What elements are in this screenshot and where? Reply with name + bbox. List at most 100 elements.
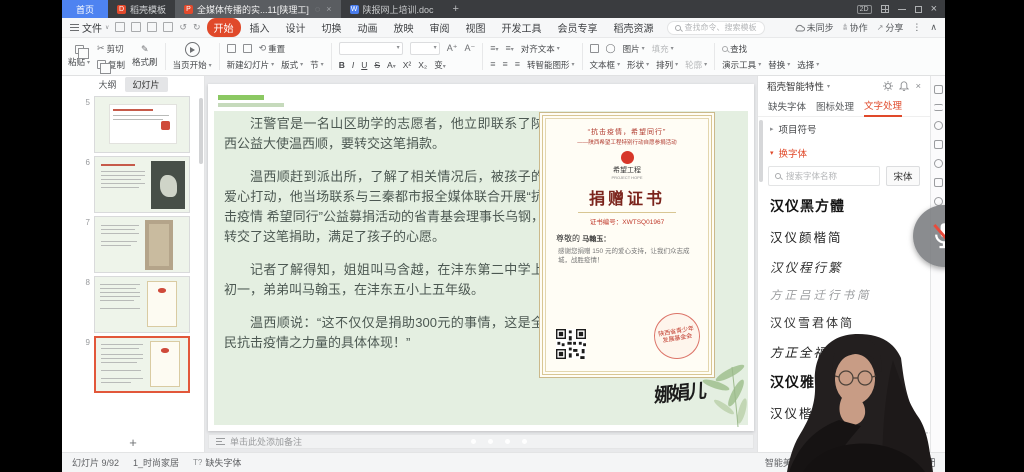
outline-button[interactable]: 轮廓▾	[685, 59, 707, 71]
minimize-button[interactable]	[898, 9, 906, 10]
replace-button[interactable]: 替换▾	[768, 59, 790, 71]
find-button[interactable]: 查找	[722, 43, 747, 55]
change-font-section-row[interactable]: ▾换字体	[758, 141, 930, 165]
panel-scrollbar[interactable]	[759, 120, 763, 182]
menu-item[interactable]: 会员专享	[551, 18, 605, 37]
panel-tab[interactable]: 缺失字体	[768, 96, 806, 116]
restore-button[interactable]	[915, 6, 922, 13]
close-button[interactable]: ×	[931, 4, 937, 15]
format-painter-button[interactable]: ✎ 格式刷	[132, 45, 158, 68]
feedback-icon[interactable]	[934, 178, 943, 187]
menu-item[interactable]: 开始	[207, 18, 241, 37]
export-icon[interactable]	[131, 22, 141, 32]
shapes-button[interactable]: 形状▾	[627, 59, 649, 71]
font-size-select[interactable]	[410, 42, 440, 55]
undo-icon[interactable]: ↺	[179, 22, 187, 33]
align-center-icon[interactable]: ≡	[502, 60, 507, 69]
bold-button[interactable]: B	[339, 60, 345, 70]
decrease-font-icon[interactable]: A⁻	[464, 44, 475, 53]
number-list-icon[interactable]: ≡▾	[506, 44, 514, 53]
workspace-grid-icon[interactable]	[881, 5, 889, 13]
menu-item[interactable]: 审阅	[423, 18, 457, 37]
font-color-button[interactable]: A▾	[387, 60, 396, 70]
copy-style-icon[interactable]	[934, 140, 943, 149]
slide-thumbnail[interactable]	[94, 216, 190, 273]
panel-close-icon[interactable]: ×	[915, 81, 921, 92]
new-tab-button[interactable]: +	[443, 0, 469, 18]
tab-close-icon[interactable]: ×	[326, 4, 331, 14]
history-icon[interactable]	[934, 159, 943, 168]
italic-button[interactable]: I	[352, 60, 354, 70]
panel-title-caret[interactable]: ▾	[827, 83, 830, 90]
share-button[interactable]: ↗分享	[877, 21, 904, 34]
new-slide-button[interactable]: 新建幻灯片▾	[227, 59, 275, 71]
insert-picture-button[interactable]: 图片▾	[623, 43, 645, 55]
adjust-sliders-icon[interactable]	[934, 104, 943, 111]
menu-item[interactable]: 开发工具	[495, 18, 549, 37]
convert-smart-graphic-button[interactable]: 转智能图形▾	[527, 59, 575, 71]
command-search-box[interactable]: 查找命令、搜索模板	[667, 21, 765, 35]
slide-thumbnail[interactable]	[94, 276, 190, 333]
slide-canvas[interactable]: 汪警官是一名山区助学的志愿者，他立即联系了陕西公益大使温西顺，要转交这笔捐款。温…	[208, 84, 754, 431]
fill-button[interactable]: 填充▾	[652, 43, 674, 55]
menu-item[interactable]: 视图	[459, 18, 493, 37]
font-list-item[interactable]: 汉仪黑方體	[770, 196, 918, 216]
file-menu[interactable]: 文件 ∨	[70, 20, 109, 35]
align-right-icon[interactable]: ≡	[515, 60, 520, 69]
textbox-button[interactable]: 文本框▾	[590, 59, 621, 71]
tab-outline[interactable]: 大纲	[98, 78, 116, 91]
slide-text-block[interactable]: 汪警官是一名山区助学的志愿者，他立即联系了陕西公益大使温西顺，要转交这笔捐款。温…	[224, 114, 544, 366]
save-icon[interactable]	[115, 22, 125, 32]
slide-thumbnail[interactable]	[94, 96, 190, 153]
arrange-button[interactable]: 排列▾	[656, 59, 678, 71]
increase-font-icon[interactable]: A⁺	[447, 44, 458, 53]
donation-certificate-image[interactable]: “抗击疫情，希望同行” ——陕西希望工程特别行动自愿参捐活动 希望工程 PROJ…	[539, 112, 715, 378]
beautify-tool-icon[interactable]	[934, 85, 943, 94]
add-slide-button[interactable]: +	[62, 435, 204, 450]
font-family-select[interactable]	[339, 42, 403, 55]
font-list-item[interactable]: 汉仪雪君体简	[770, 314, 918, 331]
gear-icon[interactable]	[883, 81, 893, 91]
collaborate-button[interactable]: 𖠋协作	[843, 21, 868, 34]
menu-item[interactable]: 动画	[351, 18, 385, 37]
align-text-button[interactable]: 对齐文本▾	[521, 43, 560, 55]
font-list-item[interactable]: 汉仪程行繁	[770, 257, 918, 276]
2d-mode-icon[interactable]: 2D	[857, 5, 872, 14]
slide-layout-button[interactable]: 版式▾	[281, 59, 303, 71]
template-name[interactable]: 1_时尚家居	[133, 456, 179, 469]
redo-icon[interactable]: ↻	[193, 22, 201, 33]
collapse-ribbon-icon[interactable]: ∧	[930, 22, 937, 33]
preview-icon[interactable]	[163, 22, 173, 32]
cut-button[interactable]: ✂剪切	[97, 43, 125, 55]
font-list-item[interactable]: 方正吕迁行书简	[770, 287, 918, 303]
menu-item[interactable]: 插入	[243, 18, 277, 37]
align-left-icon[interactable]: ≡	[490, 60, 495, 69]
tab-slides[interactable]: 幻灯片	[125, 77, 168, 92]
bell-icon[interactable]	[899, 81, 909, 91]
section-button[interactable]: 节▾	[310, 59, 324, 71]
docer-template-tab[interactable]: D 稻壳模板	[108, 0, 175, 18]
print-icon[interactable]	[147, 22, 157, 32]
copy-button[interactable]: 复制	[97, 59, 125, 71]
menu-item[interactable]: 设计	[279, 18, 313, 37]
notes-bar[interactable]: 单击此处添加备注	[208, 434, 754, 449]
panel-tab[interactable]: 图标处理	[816, 96, 854, 116]
slide-thumbnail[interactable]	[94, 156, 190, 213]
superscript-button[interactable]: X²	[403, 60, 412, 70]
font-search-input[interactable]: 搜索字体名称	[768, 166, 880, 186]
menu-item[interactable]: 放映	[387, 18, 421, 37]
presentation-tools-button[interactable]: 演示工具▾	[722, 59, 761, 71]
underline-button[interactable]: U	[361, 60, 367, 70]
menu-item[interactable]: 稻壳资源	[607, 18, 661, 37]
bullets-section-row[interactable]: ▸项目符号	[758, 117, 930, 141]
font-list-item[interactable]: 汉仪颜楷简	[770, 227, 918, 246]
document-tab-doc[interactable]: W 陕报网上培训.doc	[341, 0, 443, 18]
tab-mute-icon[interactable]: ◌	[315, 4, 320, 14]
current-font-button[interactable]: 宋体	[886, 166, 920, 186]
more-menu-icon[interactable]: ⋮	[912, 22, 921, 33]
paste-button[interactable]: 粘贴▾	[68, 45, 90, 68]
play-from-current-button[interactable]: 当页开始▾	[173, 42, 212, 71]
bullet-list-icon[interactable]: ≡▾	[490, 44, 498, 53]
slide-thumbnail-selected[interactable]	[94, 336, 190, 393]
select-button[interactable]: 选择▾	[797, 59, 819, 71]
